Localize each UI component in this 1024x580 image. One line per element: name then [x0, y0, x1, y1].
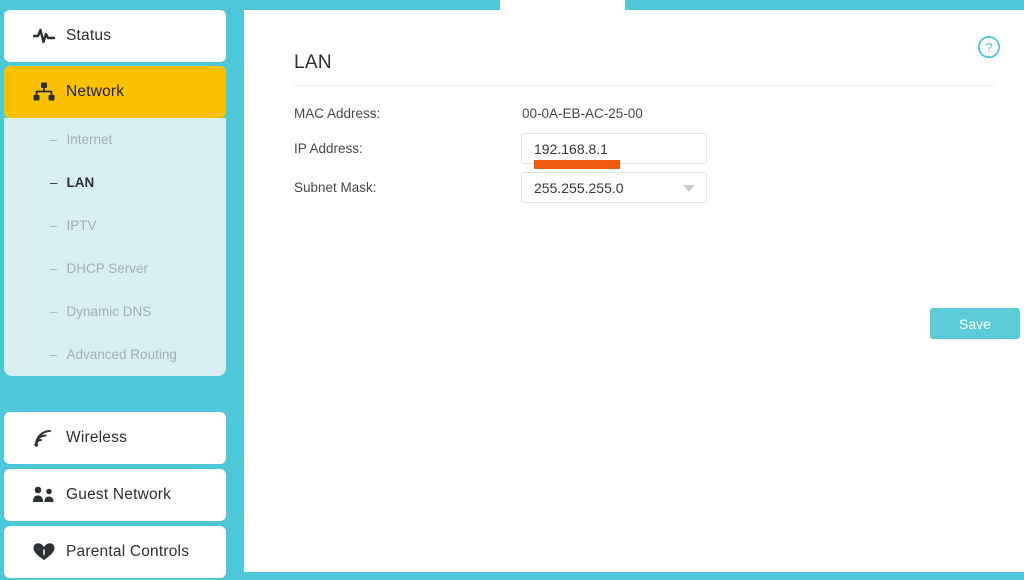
- save-button[interactable]: Save: [930, 308, 1020, 339]
- submenu-dash: –: [50, 261, 58, 276]
- sidebar-item-label: Wireless: [66, 429, 128, 446]
- title-divider: [294, 85, 994, 86]
- chevron-down-icon[interactable]: [683, 185, 695, 192]
- submenu-dash: –: [50, 132, 58, 147]
- sidebar-subitem-internet[interactable]: – Internet: [4, 118, 226, 161]
- subnet-mask-select[interactable]: 255.255.255.0: [521, 172, 707, 203]
- sidebar-subitem-dhcp-server[interactable]: – DHCP Server: [4, 247, 226, 290]
- sidebar-item-label: Parental Controls: [66, 543, 190, 560]
- ip-address-input[interactable]: 192.168.8.1: [521, 133, 707, 169]
- wifi-icon: [22, 428, 66, 448]
- sidebar-scrollbar-track[interactable]: [234, 0, 476, 580]
- sidebar-item-label: Network: [66, 83, 125, 100]
- submenu-item-label: LAN: [66, 175, 95, 190]
- sidebar-submenu-network: – Internet – LAN – IPTV – DHCP Server – …: [4, 118, 226, 376]
- question-circle-icon[interactable]: ?: [977, 35, 1001, 59]
- sidebar-subitem-dynamic-dns[interactable]: – Dynamic DNS: [4, 290, 226, 333]
- ip-address-value: 192.168.8.1: [534, 141, 608, 157]
- sidebar-item-parental-controls[interactable]: Parental Controls: [4, 526, 226, 578]
- ip-address-label: IP Address:: [294, 141, 363, 156]
- sidebar-item-label: Status: [66, 27, 112, 44]
- mac-address-row: MAC Address: 00-0A-EB-AC-25-00: [294, 98, 994, 133]
- sidebar-item-status[interactable]: Status: [4, 10, 226, 62]
- svg-text:?: ?: [985, 40, 992, 55]
- sidebar-subitem-iptv[interactable]: – IPTV: [4, 204, 226, 247]
- main-content-panel: ? LAN MAC Address: 00-0A-EB-AC-25-00 IP …: [244, 10, 1024, 572]
- router-admin-page: Status Network – Internet – LAN – IPTV –…: [0, 0, 1024, 580]
- submenu-item-label: IPTV: [66, 218, 97, 233]
- sidebar-item-network[interactable]: Network: [4, 66, 226, 118]
- submenu-item-label: Internet: [66, 132, 113, 147]
- users-icon: [22, 486, 66, 504]
- subnet-mask-row: Subnet Mask: 255.255.255.0: [294, 172, 994, 207]
- sidebar-item-wireless[interactable]: Wireless: [4, 412, 226, 464]
- lan-settings-form: MAC Address: 00-0A-EB-AC-25-00 IP Addres…: [294, 98, 1020, 339]
- sitemap-icon: [22, 82, 66, 102]
- subnet-mask-label: Subnet Mask:: [294, 180, 377, 195]
- submenu-item-label: Dynamic DNS: [66, 304, 152, 319]
- mac-address-value: 00-0A-EB-AC-25-00: [522, 106, 643, 121]
- submenu-dash: –: [50, 218, 58, 233]
- sidebar: Status Network – Internet – LAN – IPTV –…: [0, 0, 476, 580]
- submenu-item-label: DHCP Server: [66, 261, 149, 276]
- sidebar-item-label: Guest Network: [66, 486, 172, 503]
- submenu-item-label: Advanced Routing: [66, 347, 177, 362]
- sidebar-item-guest-network[interactable]: Guest Network: [4, 469, 226, 521]
- mac-address-label: MAC Address:: [294, 106, 381, 121]
- submenu-dash: –: [50, 175, 58, 190]
- sidebar-subitem-lan[interactable]: – LAN: [4, 161, 226, 204]
- page-title: LAN: [294, 52, 332, 73]
- subnet-mask-value: 255.255.255.0: [534, 180, 624, 196]
- pulse-icon: [22, 27, 66, 45]
- ip-address-row: IP Address: 192.168.8.1: [294, 133, 994, 169]
- ip-address-highlight-marker: [534, 160, 620, 169]
- sidebar-subitem-advanced-routing[interactable]: – Advanced Routing: [4, 333, 226, 376]
- heart-shield-icon: [22, 542, 66, 562]
- submenu-dash: –: [50, 347, 58, 362]
- submenu-dash: –: [50, 304, 58, 319]
